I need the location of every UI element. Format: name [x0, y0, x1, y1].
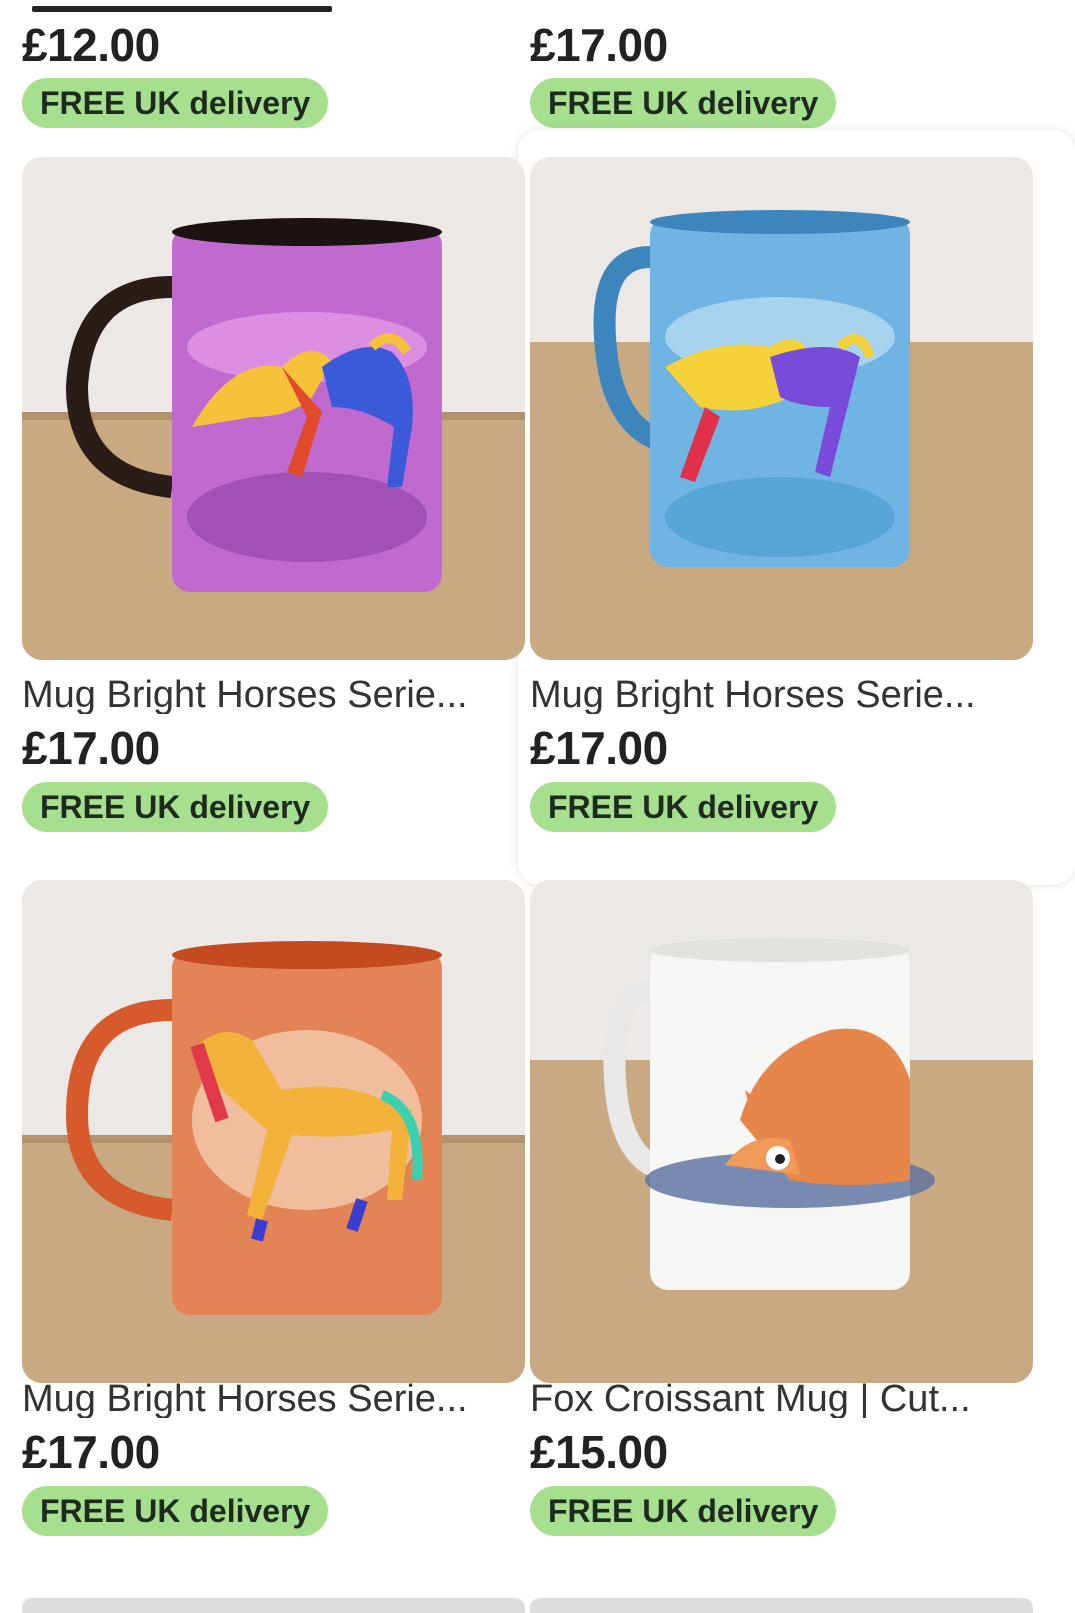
- free-delivery-badge: FREE UK delivery: [22, 1486, 329, 1536]
- product-price: £17.00: [530, 19, 668, 71]
- product-image[interactable]: [530, 880, 1033, 1383]
- product-price: £12.00: [22, 19, 160, 71]
- next-product-image-edge: [530, 1598, 1033, 1613]
- product-title[interactable]: Mug Bright Horses Serie...: [530, 676, 1025, 714]
- scroll-divider: [32, 6, 332, 12]
- product-image[interactable]: [530, 157, 1033, 660]
- free-delivery-badge: FREE UK delivery: [530, 1486, 837, 1536]
- product-price: £17.00: [530, 722, 668, 774]
- product-title[interactable]: Fox Croissant Mug | Cut...: [530, 1380, 1025, 1418]
- product-title[interactable]: Mug Bright Horses Serie...: [22, 676, 517, 714]
- next-product-image-edge: [22, 1598, 525, 1613]
- free-delivery-badge: FREE UK delivery: [530, 782, 837, 832]
- product-price: £15.00: [530, 1426, 668, 1478]
- product-image[interactable]: [22, 157, 525, 660]
- product-price: £17.00: [22, 722, 160, 774]
- product-title[interactable]: Mug Bright Horses Serie...: [22, 1380, 517, 1418]
- free-delivery-badge: FREE UK delivery: [22, 78, 329, 128]
- free-delivery-badge: FREE UK delivery: [530, 78, 837, 128]
- product-image[interactable]: [22, 880, 525, 1383]
- free-delivery-badge: FREE UK delivery: [22, 782, 329, 832]
- product-price: £17.00: [22, 1426, 160, 1478]
